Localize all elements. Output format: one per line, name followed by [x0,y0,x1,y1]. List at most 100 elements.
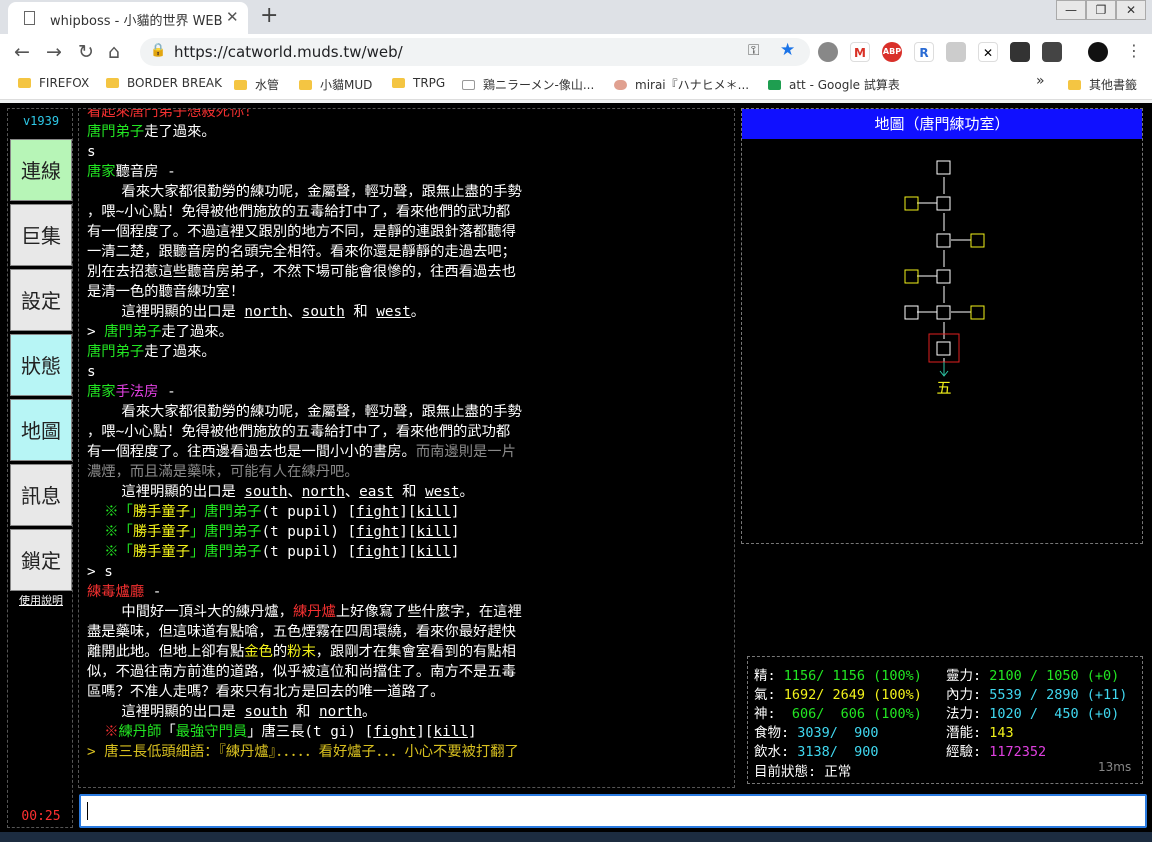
sidebar-button[interactable]: 連線 [10,139,72,201]
minimize-icon[interactable]: — [1056,0,1086,20]
output-text: 走了過來。 [144,124,216,140]
command-link[interactable]: kill [416,544,450,560]
output-text: 中間好一頂斗大的練丹爐， [87,604,293,620]
command-link[interactable]: fight [356,544,399,560]
command-link[interactable]: south [244,484,287,500]
south-exit-arrow [939,362,949,377]
stat-left: 氣: 1692/ 2649 (100%) [754,683,922,703]
command-link[interactable]: kill [416,524,450,540]
output-text: ，跟剛才在集會室看到的有點相 [315,644,516,660]
page-icon [462,80,475,90]
bookmark-item[interactable]: 水管 [234,76,279,93]
bookmark-item[interactable]: FIREFOX [18,76,89,90]
status-line: 目前狀態: 正常 [754,764,852,780]
sidebar-button[interactable]: 地圖 [10,399,72,461]
command-link[interactable]: north [319,704,362,720]
command-link[interactable]: south [302,304,345,320]
sidebar-button[interactable]: 訊息 [10,464,72,526]
pocket-icon[interactable] [1042,42,1062,62]
command-link[interactable]: north [244,304,287,320]
reload-icon[interactable]: ↻ [78,41,94,63]
sidebar-button[interactable]: 狀態 [10,334,72,396]
sidebar-button[interactable]: 巨集 [10,204,72,266]
bookmark-item[interactable]: att - Google 試算表 [768,76,900,93]
bookmark-item[interactable]: 小貓MUD [299,76,372,93]
output-line: ※「勝手童子」唐門弟子(t pupil) [fight][kill] [87,542,727,562]
key-icon[interactable]: ⚿ [748,41,759,59]
new-tab-icon[interactable]: + [260,3,278,28]
output-text: 」 [190,504,205,520]
map-room[interactable] [936,305,951,320]
forward-icon[interactable]: → [46,41,62,63]
restore-icon[interactable]: ❐ [1086,0,1116,20]
close-icon[interactable]: ✕ [226,8,239,26]
gamepad-icon[interactable] [1010,42,1030,62]
lock-icon: 🔒 [150,43,167,58]
output-line: 看來大家都很勤勞的練功呢，金屬聲，輕功聲，跟無止盡的手勢 [87,182,727,202]
command-link[interactable]: south [244,704,287,720]
bookmark-item[interactable]: 鶏ニラーメン-像山... [462,76,594,93]
output-line: 離開此地。但地上卻有點金色的粉末，跟剛才在集會室看到的有點相 [87,642,727,662]
output-line: ※「勝手童子」唐門弟子(t pupil) [fight][kill] [87,502,727,522]
page-icon [24,11,35,25]
stat-right: 潛能: 143 [946,721,1014,741]
address-bar[interactable]: 🔒 https://catworld.muds.tw/web/ ⚿ ★ [140,38,810,66]
avatar-icon [614,80,627,90]
gmail-icon[interactable]: M [850,42,870,62]
home-icon[interactable]: ⌂ [108,41,120,63]
map-room[interactable] [936,233,951,248]
output-text: 唐三長低頭細語：『練丹爐』．．．．．看好爐子．．．小心不要被打翻了 [104,744,519,760]
game-output[interactable]: 看起來唐門弟子想殺死你！ 唐門弟子走了過來。 s 唐家聽音房 - 看來大家都很勤勞的練… [78,108,735,788]
bookmark-item[interactable]: TRPG [392,76,445,90]
command-link[interactable]: kill [416,504,450,520]
map-exit-label: 五 [936,379,951,397]
bookmark-item[interactable]: 其他書籤 [1068,76,1137,93]
command-link[interactable]: west [376,304,410,320]
bookmark-star-icon[interactable]: ★ [780,40,795,60]
sidebar-button[interactable]: 設定 [10,269,72,331]
command-link[interactable]: fight [373,724,416,740]
output-line: 有一個程度了。往西邊看過去也是一間小小的書房。而南邊則是一片 [87,442,727,462]
command-input[interactable] [79,794,1147,828]
map-side-room[interactable] [970,305,985,320]
map-side-room[interactable] [904,196,919,211]
map-room-current[interactable] [936,341,951,356]
command-link[interactable]: fight [356,524,399,540]
map-room[interactable] [936,269,951,284]
command-link[interactable]: fight [356,504,399,520]
map-side-room[interactable] [904,269,919,284]
map-side-room[interactable] [904,305,919,320]
window-close-icon[interactable]: ✕ [1116,0,1146,20]
profile-avatar[interactable] [1088,42,1108,62]
command-link[interactable]: west [425,484,459,500]
output-text: ※「 [87,544,133,560]
folder-icon [234,80,247,90]
map-room[interactable] [936,196,951,211]
os-taskbar [0,832,1152,842]
command-link[interactable]: east [359,484,393,500]
stat-label: 法力: [946,706,982,722]
bookmarks-overflow[interactable]: » [1036,73,1045,89]
sidebar-button[interactable]: 鎖定 [10,529,72,591]
bookmark-item[interactable]: mirai『ハナヒメ＊... [614,76,749,93]
help-link[interactable]: 使用說明 [8,592,74,608]
output-text: ※ [87,724,119,740]
output-text: 唐門弟子 [204,524,262,540]
map-room[interactable] [936,160,951,175]
tab-strip: whipboss - 小貓的世界 WEB ✕ + — ❐ ✕ [0,0,1152,34]
rx-icon[interactable]: R [914,42,934,62]
browser-tab[interactable]: whipboss - 小貓的世界 WEB ✕ [8,2,248,34]
map-side-room[interactable] [970,233,985,248]
x-extension-icon[interactable]: ✕ [978,42,998,62]
output-line: 這裡明顯的出口是 north、south 和 west。 [87,302,727,322]
bookmark-item[interactable]: BORDER BREAK [106,76,222,90]
extension-icon[interactable] [946,42,966,62]
adblock-icon[interactable]: ABP [882,42,902,62]
output-text: 區嗎？不准人走嗎？看來只有北方是回去的唯一道路了。 [87,684,445,700]
command-link[interactable]: kill [434,724,468,740]
command-link[interactable]: north [302,484,345,500]
output-text: 唐家 [87,164,116,180]
speech-icon[interactable] [818,42,838,62]
menu-icon[interactable]: ⋮ [1126,41,1142,60]
back-icon[interactable]: ← [14,41,30,63]
